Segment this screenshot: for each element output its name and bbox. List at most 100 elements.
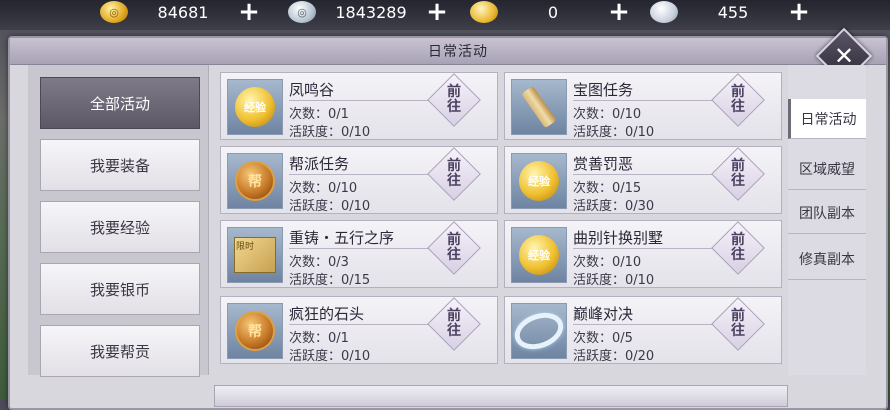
activity-icon-frame: 限时: [227, 227, 283, 283]
exp-orb-icon: 经验: [519, 161, 559, 201]
activity-points: 活跃度：0/10: [289, 125, 371, 140]
activity-name: 宝图任务: [573, 81, 634, 99]
go-button[interactable]: 前往: [711, 297, 765, 351]
name-underline: [573, 248, 723, 249]
go-label-bottom: 往: [731, 99, 745, 115]
go-button[interactable]: 前往: [427, 297, 481, 351]
panel-title: 日常活动: [428, 44, 488, 60]
nav-want-equipment[interactable]: 我要装备: [40, 139, 200, 191]
go-label-top: 前: [447, 232, 461, 248]
activity-points: 活跃度：0/30: [573, 199, 655, 214]
gold-coin-icon: ◎: [100, 1, 128, 23]
resource-gold-ingot: 0 +: [470, 0, 630, 25]
add-gold-coin-button[interactable]: +: [238, 0, 260, 25]
activity-icon-frame: [509, 303, 569, 359]
activity-icon-frame: 经验: [511, 227, 567, 283]
exp-orb-icon: 经验: [519, 235, 559, 275]
resource-bar: ◎ 84681 + ◎ 1843289 + 0 + 455 +: [0, 0, 890, 30]
activity-count: 次数：0/10: [573, 107, 642, 122]
go-button[interactable]: 前往: [711, 73, 765, 127]
name-underline: [289, 174, 439, 175]
silver-ingot-value: 455: [717, 2, 749, 22]
go-label-top: 前: [731, 232, 745, 248]
activity-icon-frame: 帮: [227, 153, 283, 209]
exp-orb-icon: 经验: [235, 87, 275, 127]
activity-card-peak-duel[interactable]: 巅峰对决 次数：0/5 活跃度：0/20 前往: [504, 296, 782, 364]
activity-count: 次数：0/1: [289, 331, 349, 346]
go-label-top: 前: [447, 158, 461, 174]
activity-count: 次数：0/5: [573, 331, 633, 346]
activity-name: 疯狂的石头: [289, 305, 365, 323]
activity-count: 次数：0/1: [289, 107, 349, 122]
tab-cultivation-dungeon[interactable]: 修真副本: [788, 239, 866, 280]
tab-regional-prestige[interactable]: 区域威望: [788, 149, 866, 190]
silver-coin-icon: ◎: [288, 1, 316, 23]
go-button[interactable]: 前往: [711, 147, 765, 201]
nav-all-activities[interactable]: 全部活动: [40, 77, 200, 129]
guild-orb-icon: 帮: [235, 161, 275, 201]
activity-name: 巅峰对决: [573, 305, 634, 323]
name-underline: [289, 100, 439, 101]
right-tab-bar: 日常活动 区域威望 团队副本 修真副本: [788, 65, 866, 375]
tab-daily-activity[interactable]: 日常活动: [788, 99, 866, 139]
activity-card-recast-five-elements[interactable]: 限时 重铸・五行之序 次数：0/3 活跃度：0/15 前往: [220, 220, 498, 288]
activity-name: 帮派任务: [289, 155, 350, 173]
activity-count: 次数：0/15: [573, 181, 642, 196]
gold-ingot-icon: [470, 1, 498, 23]
activity-points: 活跃度：0/15: [289, 273, 371, 288]
nav-want-silver[interactable]: 我要银币: [40, 263, 200, 315]
go-label-bottom: 往: [731, 323, 745, 339]
activity-icon-frame: 帮: [227, 303, 283, 359]
activity-name: 凤鸣谷: [289, 81, 335, 99]
activity-count: 次数：0/10: [573, 255, 642, 270]
activity-icon-frame: [511, 79, 567, 135]
activity-card-crazy-stone[interactable]: 帮 疯狂的石头 次数：0/1 活跃度：0/10 前往: [220, 296, 498, 364]
activity-icon-frame: 经验: [227, 79, 283, 135]
activity-card-paperclip-villa[interactable]: 经验 曲别针换别墅 次数：0/10 活跃度：0/10 前往: [504, 220, 782, 288]
category-nav: 全部活动 我要装备 我要经验 我要银币 我要帮贡: [28, 65, 209, 377]
activity-points: 活跃度：0/10: [289, 349, 371, 364]
activity-name: 赏善罚恶: [573, 155, 634, 173]
add-gold-ingot-button[interactable]: +: [608, 0, 630, 25]
resource-gold-coin: ◎ 84681 +: [100, 0, 260, 25]
tab-team-dungeon[interactable]: 团队副本: [788, 193, 866, 234]
activity-card-fengminggu[interactable]: 经验 凤鸣谷 次数：0/1 活跃度：0/10 前往: [220, 72, 498, 140]
go-button[interactable]: 前往: [427, 147, 481, 201]
go-label-bottom: 往: [447, 323, 461, 339]
go-label-bottom: 往: [447, 99, 461, 115]
name-underline: [573, 324, 723, 325]
map-icon: 限时: [234, 237, 276, 273]
activity-name: 曲别针换别墅: [573, 229, 664, 247]
nav-want-experience[interactable]: 我要经验: [40, 201, 200, 253]
name-underline: [289, 324, 439, 325]
activity-points: 活跃度：0/10: [289, 199, 371, 214]
go-button[interactable]: 前往: [427, 221, 481, 275]
nav-want-guild-contribution[interactable]: 我要帮贡: [40, 325, 200, 377]
scroll-icon: [521, 85, 557, 129]
activity-card-reward-punish[interactable]: 经验 赏善罚恶 次数：0/15 活跃度：0/30 前往: [504, 146, 782, 214]
name-underline: [289, 248, 439, 249]
activity-points: 活跃度：0/10: [573, 125, 655, 140]
activity-card-treasure-map[interactable]: 宝图任务 次数：0/10 活跃度：0/10 前往: [504, 72, 782, 140]
go-label-bottom: 往: [731, 247, 745, 263]
go-label-top: 前: [447, 84, 461, 100]
go-label-top: 前: [731, 308, 745, 324]
gold-coin-value: 84681: [157, 2, 209, 22]
add-silver-coin-button[interactable]: +: [426, 0, 448, 25]
activity-card-guild-task[interactable]: 帮 帮派任务 次数：0/10 活跃度：0/10 前往: [220, 146, 498, 214]
go-label-top: 前: [447, 308, 461, 324]
name-underline: [573, 100, 723, 101]
go-label-bottom: 往: [447, 247, 461, 263]
name-underline: [573, 174, 723, 175]
activity-points: 活跃度：0/20: [573, 349, 655, 364]
silver-coin-value: 1843289: [335, 2, 407, 22]
activity-icon-frame: 经验: [511, 153, 567, 209]
go-button[interactable]: 前往: [427, 73, 481, 127]
go-label-bottom: 往: [447, 173, 461, 189]
panel-titlebar: 日常活动: [10, 38, 886, 65]
resource-silver-ingot: 455 +: [650, 0, 810, 25]
activity-points: 活跃度：0/10: [573, 273, 655, 288]
partial-card-row: [214, 385, 788, 407]
go-button[interactable]: 前往: [711, 221, 765, 275]
add-silver-ingot-button[interactable]: +: [788, 0, 810, 25]
